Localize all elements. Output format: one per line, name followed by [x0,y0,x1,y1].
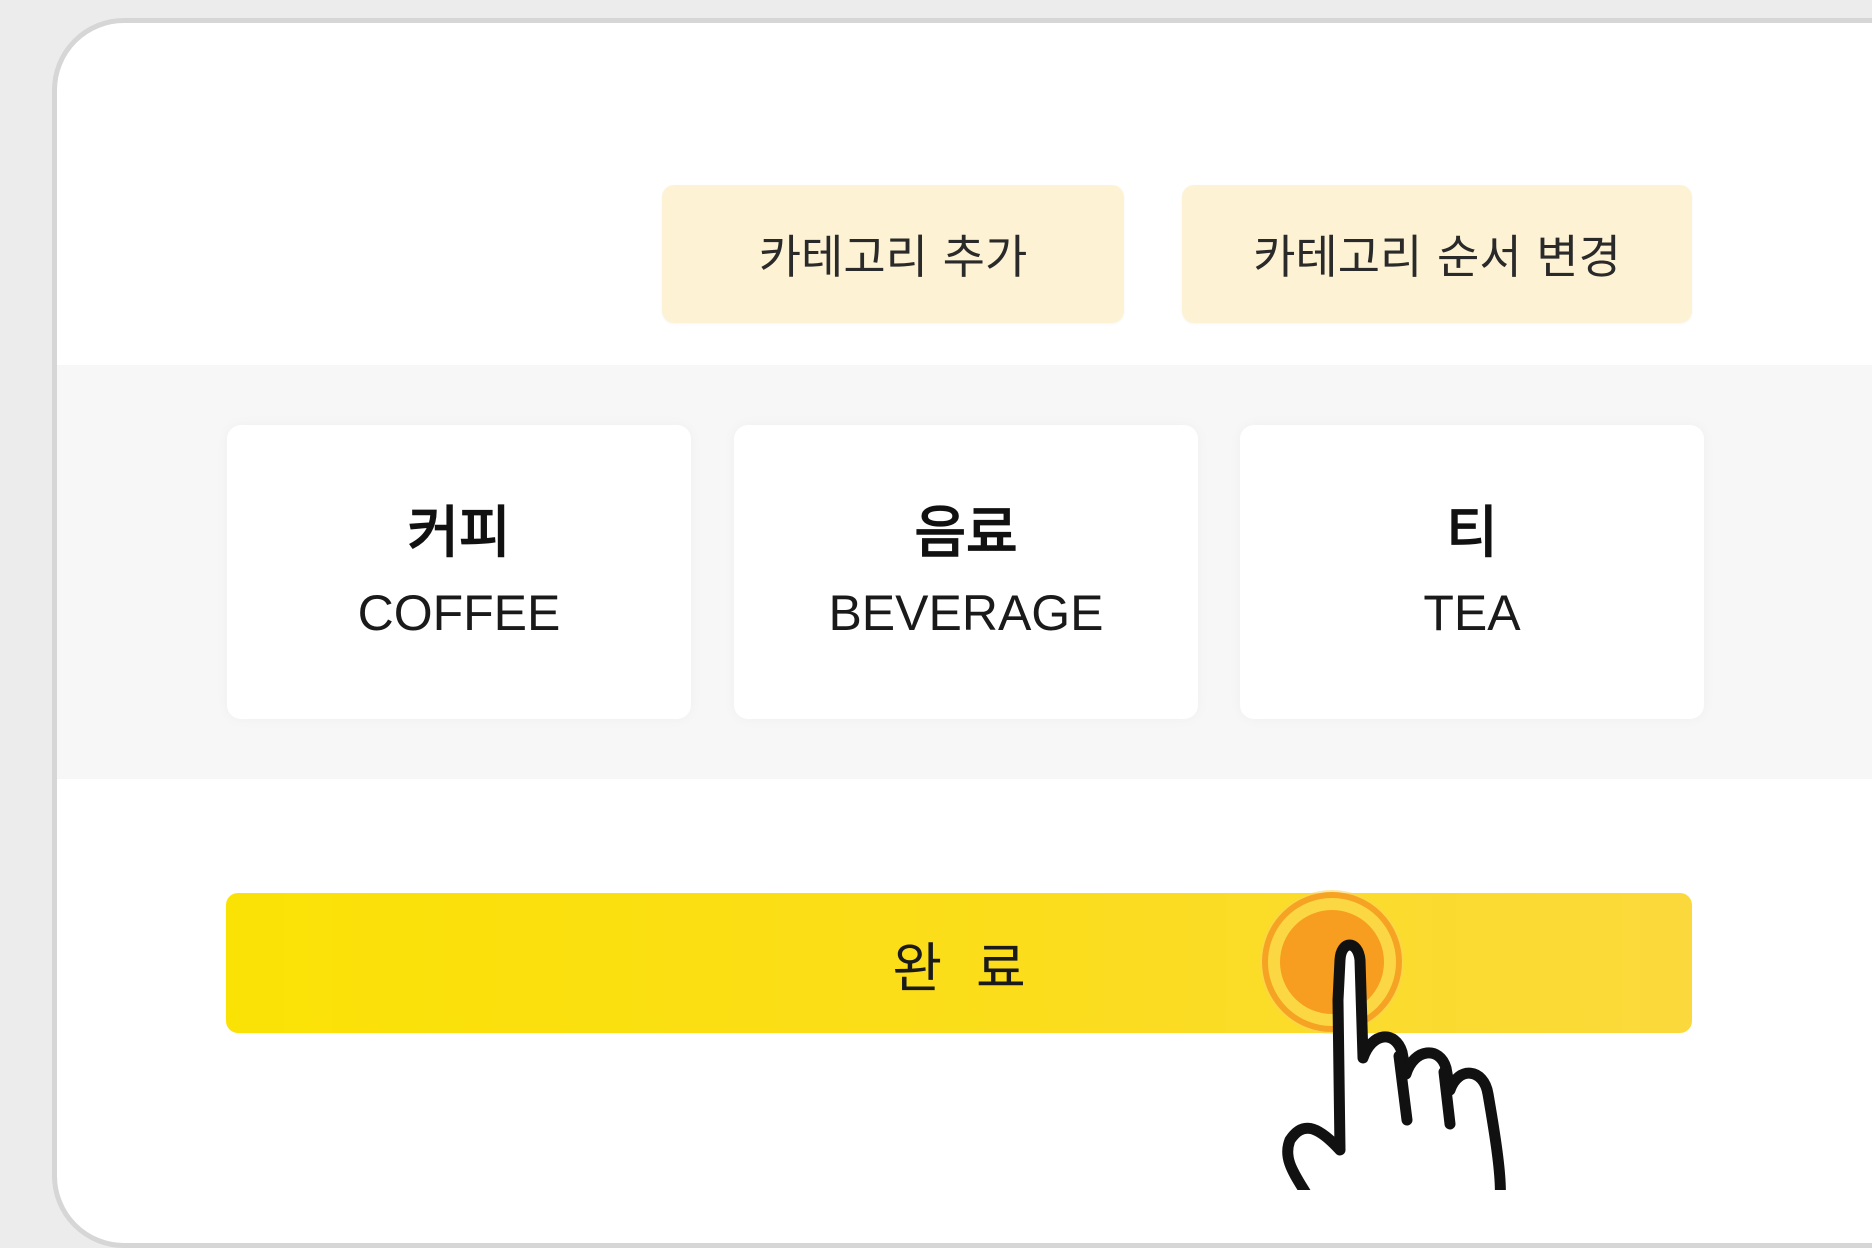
category-name-en: COFFEE [357,585,561,641]
done-button[interactable]: 완료 [226,893,1692,1033]
category-card-tea[interactable]: 티 TEA [1240,425,1704,719]
add-category-label: 카테고리 추가 [758,230,1028,284]
category-card-coffee[interactable]: 커피 COFFEE [227,425,691,719]
category-name-en: TEA [1423,585,1521,641]
category-name-ko: 커피 [407,501,511,566]
reorder-category-button[interactable]: 카테고리 순서 변경 [1182,185,1692,323]
reorder-category-label: 카테고리 순서 변경 [1253,230,1621,284]
category-name-ko: 음료 [914,501,1018,566]
add-category-button[interactable]: 카테고리 추가 [662,185,1124,323]
done-button-label: 완료 [892,936,1060,1000]
category-name-ko: 티 [1446,501,1498,566]
tablet-screen: 카테고리 추가 카테고리 순서 변경 커피 COFFEE 음료 BEVERAGE… [52,18,1872,1248]
category-name-en: BEVERAGE [828,585,1104,641]
category-card-beverage[interactable]: 음료 BEVERAGE [734,425,1198,719]
